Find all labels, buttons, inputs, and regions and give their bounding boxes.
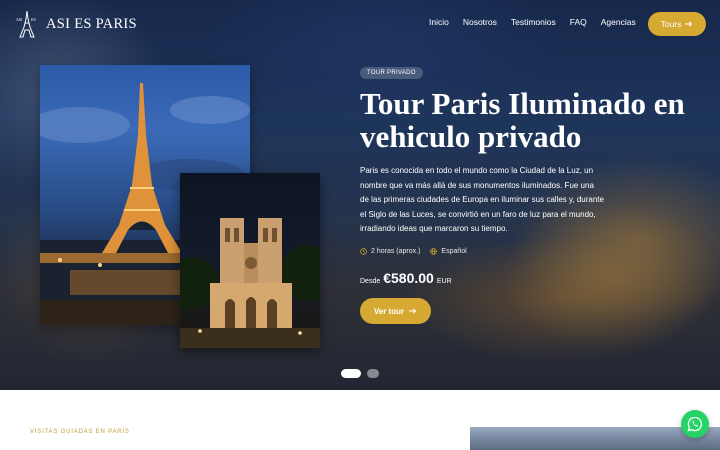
nav-link-nosotros[interactable]: Nosotros [463, 17, 497, 27]
hero-description: Paris es conocida en todo el mundo como … [360, 166, 604, 233]
nav-links: Inicio Nosotros Testimonios FAQ Agencias [429, 17, 636, 27]
nav-link-agencias[interactable]: Agencias [601, 17, 636, 27]
duration-text: 2 horas (aprox.) [371, 248, 421, 255]
nav-link-testimonios[interactable]: Testimonios [511, 17, 556, 27]
price-currency: EUR [436, 278, 452, 285]
slide-dot-1[interactable] [341, 369, 361, 378]
tour-meta: 2 horas (aprox.) Español [360, 248, 467, 255]
globe-icon [430, 248, 438, 255]
ver-tour-label: Ver tour [373, 306, 405, 316]
svg-text:ASI: ASI [16, 17, 23, 22]
hero-title: Tour Paris Iluminado en vehiculo privado [360, 86, 685, 154]
clock-icon [360, 248, 367, 255]
tour-type-badge: TOUR PRIVADO [360, 67, 423, 79]
nav-link-inicio[interactable]: Inicio [429, 17, 449, 27]
nav-link-faq[interactable]: FAQ [570, 17, 587, 27]
section-tag: VISITAS GUIADAS EN PARÍS [30, 429, 130, 435]
notre-dame-photo [180, 173, 320, 348]
tours-button[interactable]: Tours [648, 12, 706, 36]
slide-dot-2[interactable] [367, 369, 379, 378]
hero-slider: ASI ES ASI ES PARIS Inicio Nosotros Test… [0, 0, 720, 390]
price-info: Desde €580.00 EUR [360, 270, 452, 286]
price-label: Desde [360, 278, 381, 285]
arrow-right-icon [409, 308, 417, 314]
whatsapp-icon [687, 416, 703, 432]
brand-logo[interactable]: ASI ES ASI ES PARIS [14, 9, 137, 39]
arrow-right-icon [685, 21, 693, 27]
svg-text:ES: ES [31, 17, 36, 22]
top-navbar: ASI ES ASI ES PARIS Inicio Nosotros Test… [0, 0, 720, 48]
language-text: Español [441, 248, 467, 255]
brand-name: ASI ES PARIS [46, 15, 137, 32]
whatsapp-button[interactable] [681, 410, 709, 438]
eiffel-logo-icon: ASI ES [16, 10, 36, 38]
tours-button-label: Tours [660, 19, 682, 29]
price-value: €580.00 [383, 270, 434, 286]
ver-tour-button[interactable]: Ver tour [360, 298, 431, 324]
language-info: Español [430, 248, 467, 255]
duration-info: 2 horas (aprox.) [360, 248, 420, 255]
slider-pagination [341, 369, 379, 378]
